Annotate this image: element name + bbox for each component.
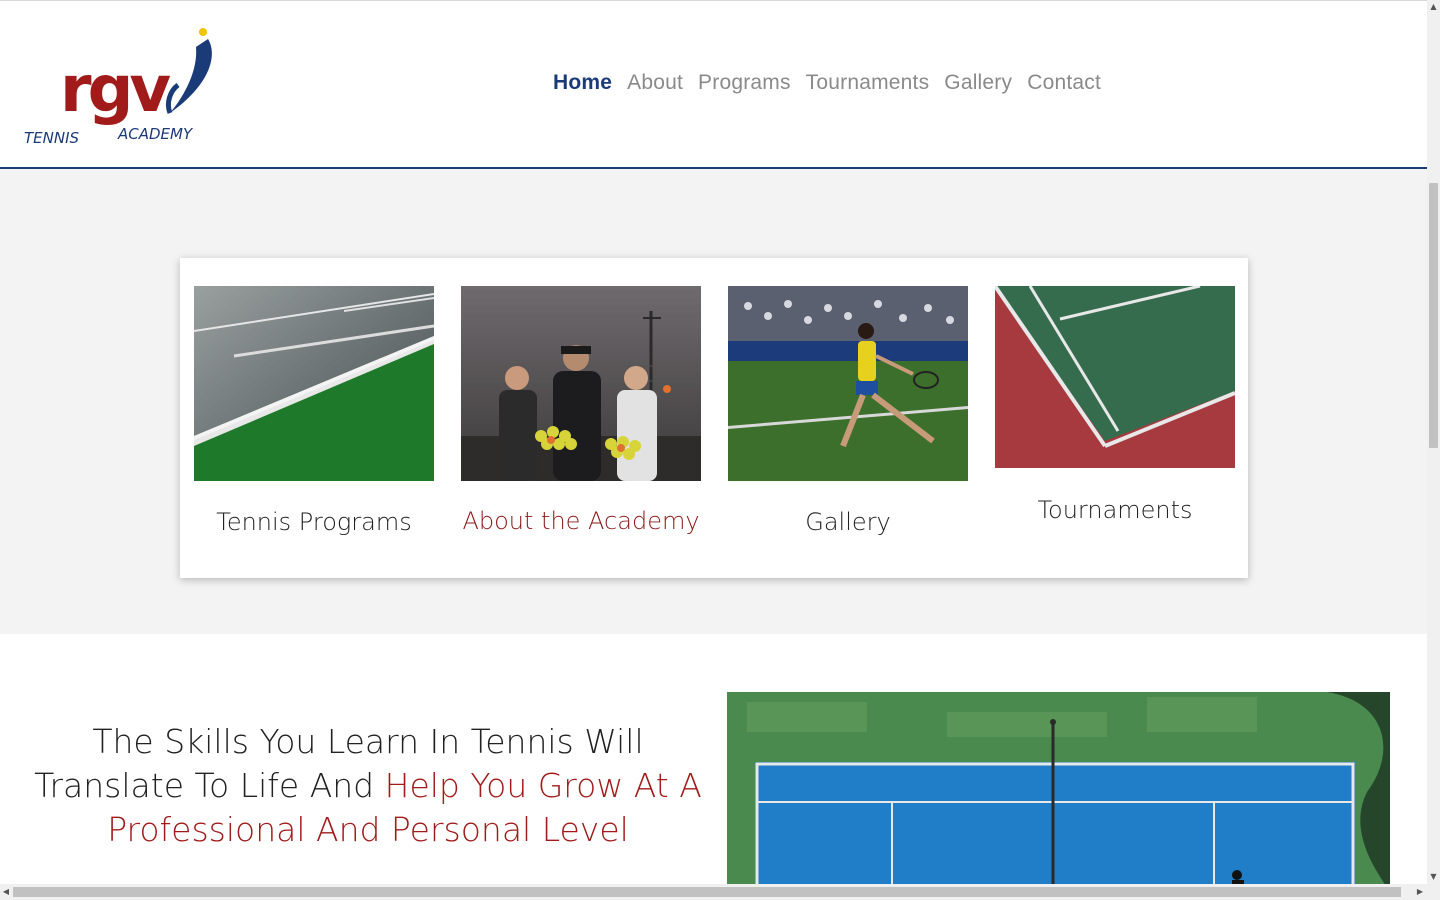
coach-and-players-photo (461, 286, 701, 481)
nav-programs-link[interactable]: Programs (698, 71, 791, 95)
card-tennis-programs[interactable]: Tennis Programs (194, 286, 434, 536)
site-header: rgv TENNIS ACADEMY Home About Programs T… (0, 0, 1427, 170)
intro-headline: The Skills You Learn In Tennis Will Tran… (30, 720, 706, 852)
main-nav: Home About Programs Tournaments Gallery … (553, 71, 1101, 95)
scroll-up-icon[interactable]: ▲ (1427, 0, 1440, 14)
card-tournaments[interactable]: Tournaments (995, 286, 1235, 524)
card-caption: Tournaments (1037, 496, 1193, 524)
player-forehand-photo (728, 286, 968, 481)
vertical-scrollbar[interactable]: ▲ ▼ (1427, 0, 1440, 884)
vertical-scroll-thumb[interactable] (1429, 183, 1438, 448)
scroll-left-icon[interactable]: ◀ (0, 884, 12, 900)
intro-section: The Skills You Learn In Tennis Will Tran… (0, 634, 1427, 884)
logo-text-academy: ACADEMY (117, 125, 194, 143)
horizontal-scroll-thumb[interactable] (13, 887, 1401, 897)
card-caption: About the Academy (462, 507, 700, 535)
court-lines-photo (194, 286, 434, 481)
scroll-down-icon[interactable]: ▼ (1427, 870, 1440, 884)
logo-text-tennis: TENNIS (24, 129, 80, 147)
aerial-court-photo (727, 692, 1390, 884)
scroll-right-icon[interactable]: ▶ (1414, 884, 1426, 900)
site-logo[interactable]: rgv TENNIS ACADEMY (20, 25, 225, 150)
nav-contact-link[interactable]: Contact (1027, 71, 1101, 95)
card-about-academy[interactable]: About the Academy (461, 286, 701, 535)
card-caption: Gallery (805, 508, 891, 536)
nav-gallery-link[interactable]: Gallery (944, 71, 1012, 95)
logo-graphic: rgv TENNIS ACADEMY (24, 28, 212, 147)
nav-home-link[interactable]: Home (553, 71, 612, 95)
card-gallery[interactable]: Gallery (728, 286, 968, 536)
feature-section: Tennis Programs About the Academy Galler… (0, 169, 1427, 634)
nav-tournaments-link[interactable]: Tournaments (806, 71, 930, 95)
page: rgv TENNIS ACADEMY Home About Programs T… (0, 0, 1427, 884)
horizontal-scrollbar[interactable]: ◀ ▶ (0, 884, 1440, 900)
nav-about-link[interactable]: About (627, 71, 683, 95)
court-corner-photo (995, 286, 1235, 468)
feature-card-panel: Tennis Programs About the Academy Galler… (180, 258, 1248, 578)
card-caption: Tennis Programs (216, 508, 412, 536)
svg-text:rgv: rgv (60, 53, 170, 127)
